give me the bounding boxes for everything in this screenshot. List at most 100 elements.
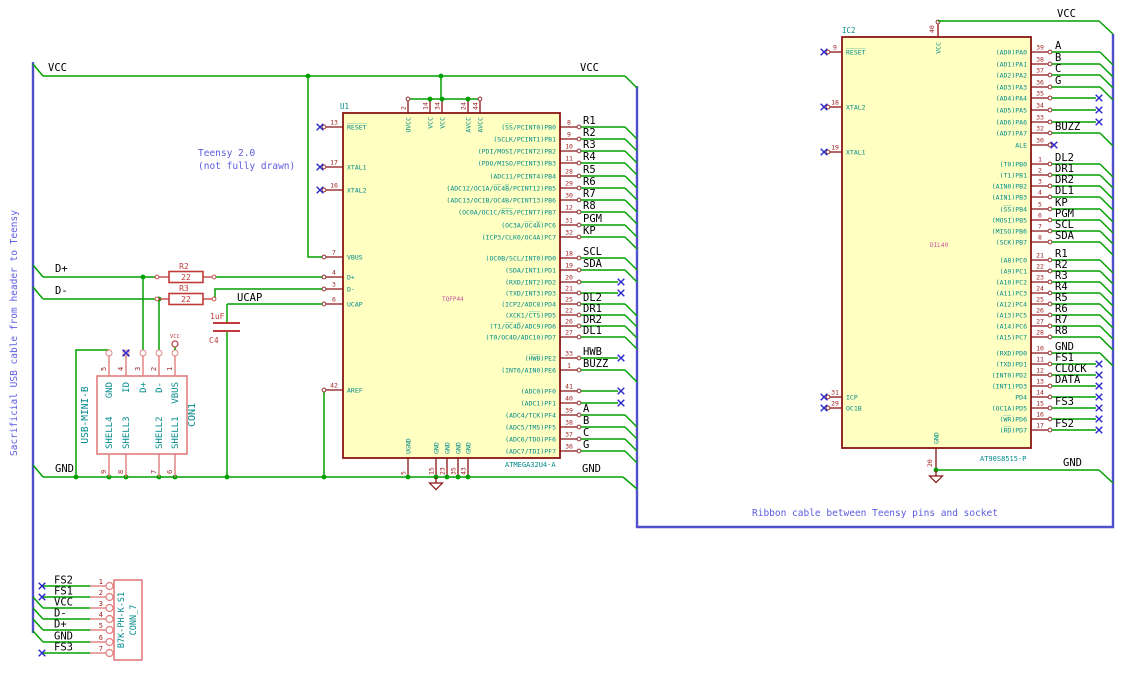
bus-entry	[624, 126, 638, 140]
junction-dot	[405, 474, 411, 480]
pin-number: 23	[1036, 274, 1044, 282]
pin-end-circle	[576, 234, 582, 240]
pin-name: GND	[433, 442, 441, 454]
pin-number: 11	[1036, 356, 1044, 364]
pin-end-circle	[154, 274, 160, 280]
pin-end-circle	[1047, 183, 1053, 189]
pin-name: (ADC11/PCINT4)PB4	[489, 173, 556, 181]
pin-number: 10	[565, 143, 573, 151]
pin-number: 28	[1036, 329, 1044, 337]
no-connect-x	[1095, 360, 1103, 368]
bus-entry	[1098, 20, 1114, 35]
bus-entry	[622, 476, 638, 490]
pin-end-circle	[1047, 405, 1053, 411]
pin-end-circle	[576, 279, 582, 285]
generated-schematic: VCC VCCGND GNDD+D-UCAPR222R3221uFC4U1ATMEG…	[31, 8, 1115, 661]
pin-number: 23	[439, 467, 447, 475]
note-teensy-line2: (not fully drawn)	[198, 161, 295, 172]
pin-number: 14	[422, 102, 430, 110]
bus-entry	[624, 187, 638, 201]
bus-entry	[1099, 174, 1114, 189]
pin-number: 1	[567, 362, 571, 370]
net-label: B	[583, 415, 589, 427]
pin-number: 6	[99, 634, 103, 642]
pin-end-circle	[1047, 61, 1053, 67]
pin-end-circle	[1047, 350, 1053, 356]
net-label-gnd: GND	[55, 463, 74, 475]
pin-number: 6	[332, 296, 336, 304]
pin-number: 19	[565, 262, 573, 270]
pin-end-circle	[576, 160, 582, 166]
pin-name: SHELL3	[122, 416, 132, 449]
pin-number: 7	[332, 249, 336, 257]
pin-number: 32	[1036, 125, 1044, 133]
pin-number: 14	[1036, 389, 1044, 397]
net-label: HWB	[583, 346, 602, 358]
net-label-vcc: VCC	[1057, 8, 1076, 20]
note-ribbon-cable: Ribbon cable between Teensy pins and soc…	[752, 508, 998, 519]
no-connect-x	[617, 399, 625, 407]
pin-name: XTAL1	[846, 149, 866, 157]
pin-name: AVCC	[465, 117, 473, 133]
pin-number: 26	[565, 318, 573, 326]
pin-number: 42	[330, 382, 338, 390]
pin-name: (OC3A/O̅C̅4̅A̅)PC6	[501, 220, 556, 229]
pin-number: 13	[330, 119, 338, 127]
bus-entry	[624, 224, 638, 238]
pin-end-circle	[1047, 279, 1053, 285]
pin-end-circle	[105, 592, 114, 602]
pin-number: 8	[567, 119, 571, 127]
bus-entry	[624, 211, 638, 225]
pin-name: D-	[347, 286, 355, 294]
pin-number: 7	[1038, 223, 1042, 231]
pin-number: 5	[100, 367, 108, 371]
note-sacrificial-usb-cable: Sacrificial USB cable from header to Tee…	[9, 210, 20, 456]
pin-end-circle	[576, 290, 582, 296]
pin-end-circle	[105, 349, 113, 357]
pin-number: 40	[928, 25, 936, 33]
bus-entry	[1099, 314, 1114, 329]
pin-number: 3	[1038, 178, 1042, 186]
pin-name: (R̅D̅)PD7	[1000, 425, 1027, 434]
bus-entry	[1099, 352, 1114, 367]
pin-end-circle	[155, 349, 163, 357]
pin-name: (MOSI)PB5	[992, 217, 1027, 225]
pin-number: 21	[565, 285, 573, 293]
pin-end-circle	[1047, 119, 1053, 125]
pin-name: D-	[155, 382, 165, 393]
pin-end-circle	[1047, 334, 1053, 340]
junction-dot	[427, 96, 433, 102]
net-label: G	[1055, 75, 1061, 87]
bus-entry	[624, 303, 638, 317]
pin-name: GND	[465, 442, 473, 454]
u1-part: ATMEGA32U4-A	[505, 461, 556, 469]
bus-entry	[1099, 259, 1114, 274]
bus-entry	[624, 150, 638, 164]
bus-entry	[1099, 241, 1114, 256]
pin-number: 4	[332, 269, 336, 277]
net-label: D+	[54, 619, 67, 631]
con1-ref: CON1	[187, 403, 198, 427]
conn7-part: B7K-PH-K-S1	[117, 592, 127, 648]
pin-name: (AD5)PA5	[996, 107, 1027, 115]
pin-number: 20	[565, 274, 573, 282]
pin-name: (MISO)PB6	[992, 228, 1027, 236]
pin-name: (AD3)PA3	[996, 84, 1027, 92]
no-connect-x	[617, 387, 625, 395]
pin-name: UCAP	[347, 301, 363, 309]
bus-entry	[624, 336, 638, 350]
bus-entry	[624, 269, 638, 283]
pin-name: (ADC6/TDO)PF6	[505, 436, 556, 444]
pin-number: 43	[460, 467, 468, 475]
pin-end-circle	[171, 349, 179, 357]
net-label: SCL	[583, 246, 602, 258]
pin-end-circle	[1047, 161, 1053, 167]
bus-entry	[32, 264, 44, 278]
junction-dot	[73, 474, 79, 480]
no-connect-x	[617, 289, 625, 297]
bus-entry	[1099, 292, 1114, 307]
pin-number: 40	[565, 395, 573, 403]
pin-number: 17	[1036, 422, 1044, 430]
pin-name: (ADC5/TMS)PF5	[505, 424, 556, 432]
no-connect-x	[1095, 393, 1103, 401]
